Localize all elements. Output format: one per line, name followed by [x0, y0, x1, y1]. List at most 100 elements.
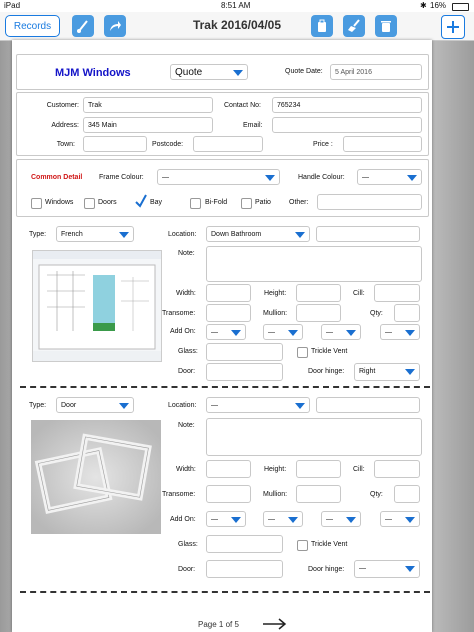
clipboard-icon[interactable] [311, 15, 333, 37]
height-label: Height: [264, 466, 287, 473]
height-field[interactable] [296, 284, 341, 302]
addon-dropdown-4[interactable]: — [380, 324, 420, 340]
bay-checkmark-icon[interactable] [134, 194, 148, 210]
quote-date-field[interactable]: 5 April 2016 [330, 64, 422, 80]
header-section: MJM Windows Quote Quote Date: 5 April 20… [16, 54, 429, 90]
height-field[interactable] [296, 460, 341, 478]
frame-colour-value: — [162, 174, 169, 181]
trickle-vent-label: Trickle Vent [311, 541, 348, 548]
price-field[interactable] [343, 136, 422, 152]
cill-field[interactable] [374, 460, 420, 478]
doc-type-dropdown[interactable]: Quote [170, 64, 248, 80]
window-sketch-image[interactable] [32, 250, 162, 362]
mullion-field[interactable] [296, 304, 341, 322]
width-label: Width: [176, 290, 196, 297]
frame-colour-dropdown[interactable]: — [157, 169, 280, 185]
type-dropdown[interactable]: Door [56, 397, 134, 413]
chevron-down-icon [405, 330, 415, 336]
contact-field[interactable]: 765234 [272, 97, 422, 113]
chevron-down-icon [231, 517, 241, 523]
addon-dropdown-2[interactable]: — [263, 324, 303, 340]
door-field[interactable] [206, 560, 283, 578]
qty-field[interactable] [394, 485, 420, 503]
addon-value: — [211, 329, 218, 336]
trickle-vent-checkbox[interactable] [297, 347, 308, 358]
qty-field[interactable] [394, 304, 420, 322]
addon-dropdown-3[interactable]: — [321, 511, 361, 527]
email-field[interactable] [272, 117, 422, 133]
addon-dropdown-2[interactable]: — [263, 511, 303, 527]
windows-checkbox[interactable] [31, 198, 42, 209]
patio-checkbox[interactable] [241, 198, 252, 209]
location-extra-field[interactable] [316, 397, 420, 413]
mullion-field[interactable] [296, 485, 341, 503]
postcode-field[interactable] [193, 136, 263, 152]
battery-icon [452, 3, 469, 11]
glass-field[interactable] [206, 535, 283, 553]
quote-date-label: Quote Date: [285, 68, 323, 75]
addon-dropdown-4[interactable]: — [380, 511, 420, 527]
doors-checkbox[interactable] [84, 198, 95, 209]
type-value: Door [61, 402, 77, 409]
address-label: Address: [51, 122, 79, 129]
trickle-vent-checkbox[interactable] [297, 540, 308, 551]
location-extra-field[interactable] [316, 226, 420, 242]
width-field[interactable] [206, 460, 251, 478]
cill-label: Cill: [353, 466, 365, 473]
clock-label: 8:51 AM [221, 1, 251, 10]
transome-field[interactable] [206, 304, 251, 322]
addon-value: — [326, 329, 333, 336]
item-divider [20, 386, 430, 388]
chevron-down-icon [265, 175, 275, 181]
address-field[interactable]: 345 Main [83, 117, 213, 133]
windows-label: Windows [45, 199, 74, 206]
email-label: Email: [243, 122, 263, 129]
addon-dropdown-1[interactable]: — [206, 511, 246, 527]
door-hinge-dropdown[interactable]: Right [354, 363, 420, 381]
type-dropdown[interactable]: French [56, 226, 134, 242]
width-field[interactable] [206, 284, 251, 302]
glass-field[interactable] [206, 343, 283, 361]
location-dropdown[interactable]: — [206, 397, 310, 413]
frame-placeholder-image[interactable] [31, 420, 161, 534]
note-field[interactable] [206, 246, 422, 282]
next-page-arrow-icon[interactable] [262, 618, 288, 632]
transome-field[interactable] [206, 485, 251, 503]
customer-field[interactable]: Trak [83, 97, 213, 113]
broom-icon[interactable] [343, 15, 365, 37]
chevron-down-icon [405, 369, 415, 375]
note-label: Note: [178, 250, 195, 257]
mullion-label: Mullion: [263, 310, 288, 317]
handle-colour-value: — [362, 174, 369, 181]
handle-colour-dropdown[interactable]: — [357, 169, 422, 185]
location-dropdown[interactable]: Down Bathroom [206, 226, 310, 242]
width-label: Width: [176, 466, 196, 473]
records-button[interactable]: Records [5, 15, 60, 37]
addon-dropdown-1[interactable]: — [206, 324, 246, 340]
addon-value: — [326, 516, 333, 523]
company-name: MJM Windows [55, 67, 131, 79]
patio-label: Patio [255, 199, 271, 206]
cill-field[interactable] [374, 284, 420, 302]
door-hinge-dropdown[interactable]: — [354, 560, 420, 578]
bifold-checkbox[interactable] [190, 198, 201, 209]
chevron-down-icon [231, 330, 241, 336]
document-title: Trak 2016/04/05 [192, 18, 282, 32]
town-field[interactable] [83, 136, 147, 152]
door-field[interactable] [206, 363, 283, 381]
door-hinge-label: Door hinge: [308, 368, 345, 375]
chevron-down-icon [288, 330, 298, 336]
town-label: Town: [56, 141, 75, 148]
glass-label: Glass: [178, 348, 198, 355]
location-label: Location: [168, 231, 197, 238]
note-field[interactable] [206, 418, 422, 456]
addon-dropdown-3[interactable]: — [321, 324, 361, 340]
height-label: Height: [264, 290, 287, 297]
share-icon[interactable] [104, 15, 126, 37]
transome-label: Transome: [162, 491, 196, 498]
trash-icon[interactable] [375, 15, 397, 37]
brush-icon[interactable] [72, 15, 94, 37]
add-icon[interactable] [441, 15, 465, 39]
status-bar: iPad 8:51 AM ✱ 16% [0, 0, 474, 12]
other-field[interactable] [317, 194, 422, 210]
